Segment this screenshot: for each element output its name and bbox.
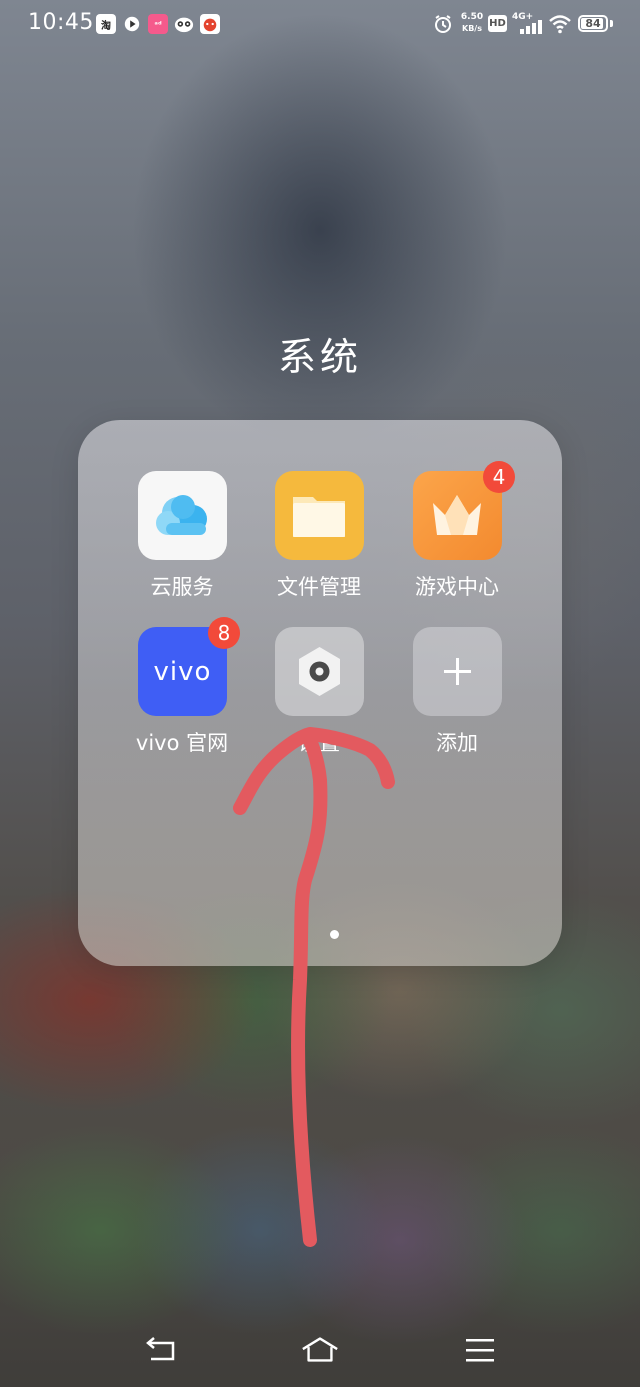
notification-badge: 4 [483, 461, 515, 493]
battery-icon: 84 [578, 15, 608, 32]
clock: 10:45 [28, 10, 94, 35]
page-indicator-dot [330, 930, 339, 939]
owl-app-icon [174, 14, 194, 34]
app-add[interactable]: 添加 [387, 627, 527, 767]
app-label: 云服务 [150, 575, 214, 599]
status-bar: 10:45 淘 ᵃᵈ 6.50 KB/s HD 4G+ 84 [0, 0, 640, 52]
folder-title[interactable]: 系统 [0, 326, 640, 381]
plus-icon [413, 627, 502, 716]
vivo-logo-text: vivo [153, 656, 212, 687]
net-speed: 6.50 KB/s [459, 12, 485, 34]
settings-icon [275, 627, 364, 716]
folder-icon [275, 471, 364, 560]
play-icon [122, 14, 142, 34]
app-label: 文件管理 [277, 575, 361, 599]
cloud-icon [138, 471, 227, 560]
cellular-signal-icon: 4G+ [512, 12, 546, 34]
back-icon[interactable] [140, 1330, 180, 1370]
battery-level: 84 [585, 17, 601, 30]
app-label: vivo 官网 [135, 731, 229, 755]
wifi-icon [549, 15, 571, 34]
home-icon[interactable] [300, 1330, 340, 1370]
app-cloud-service[interactable]: 云服务 [112, 471, 252, 611]
notification-badge: 8 [208, 617, 240, 649]
app-label: 游戏中心 [415, 575, 499, 599]
net-speed-value: 6.50 [460, 12, 484, 22]
red-app-icon [200, 14, 220, 34]
app-settings[interactable]: 设置 [249, 627, 389, 767]
alarm-icon [435, 15, 451, 33]
menu-icon[interactable] [460, 1330, 500, 1370]
app-vivo-website[interactable]: vivo 8 vivo 官网 [112, 617, 252, 767]
battery-tip [610, 20, 613, 27]
app-game-center[interactable]: 4 游戏中心 [387, 461, 527, 611]
app-label: 设置 [298, 731, 340, 755]
app-file-manager[interactable]: 文件管理 [249, 471, 389, 611]
hd-badge: HD [488, 15, 507, 32]
taobao-icon: 淘 [96, 14, 116, 34]
pink-app-icon: ᵃᵈ [148, 14, 168, 34]
app-label: 添加 [436, 731, 478, 755]
net-speed-unit: KB/s [462, 24, 482, 33]
